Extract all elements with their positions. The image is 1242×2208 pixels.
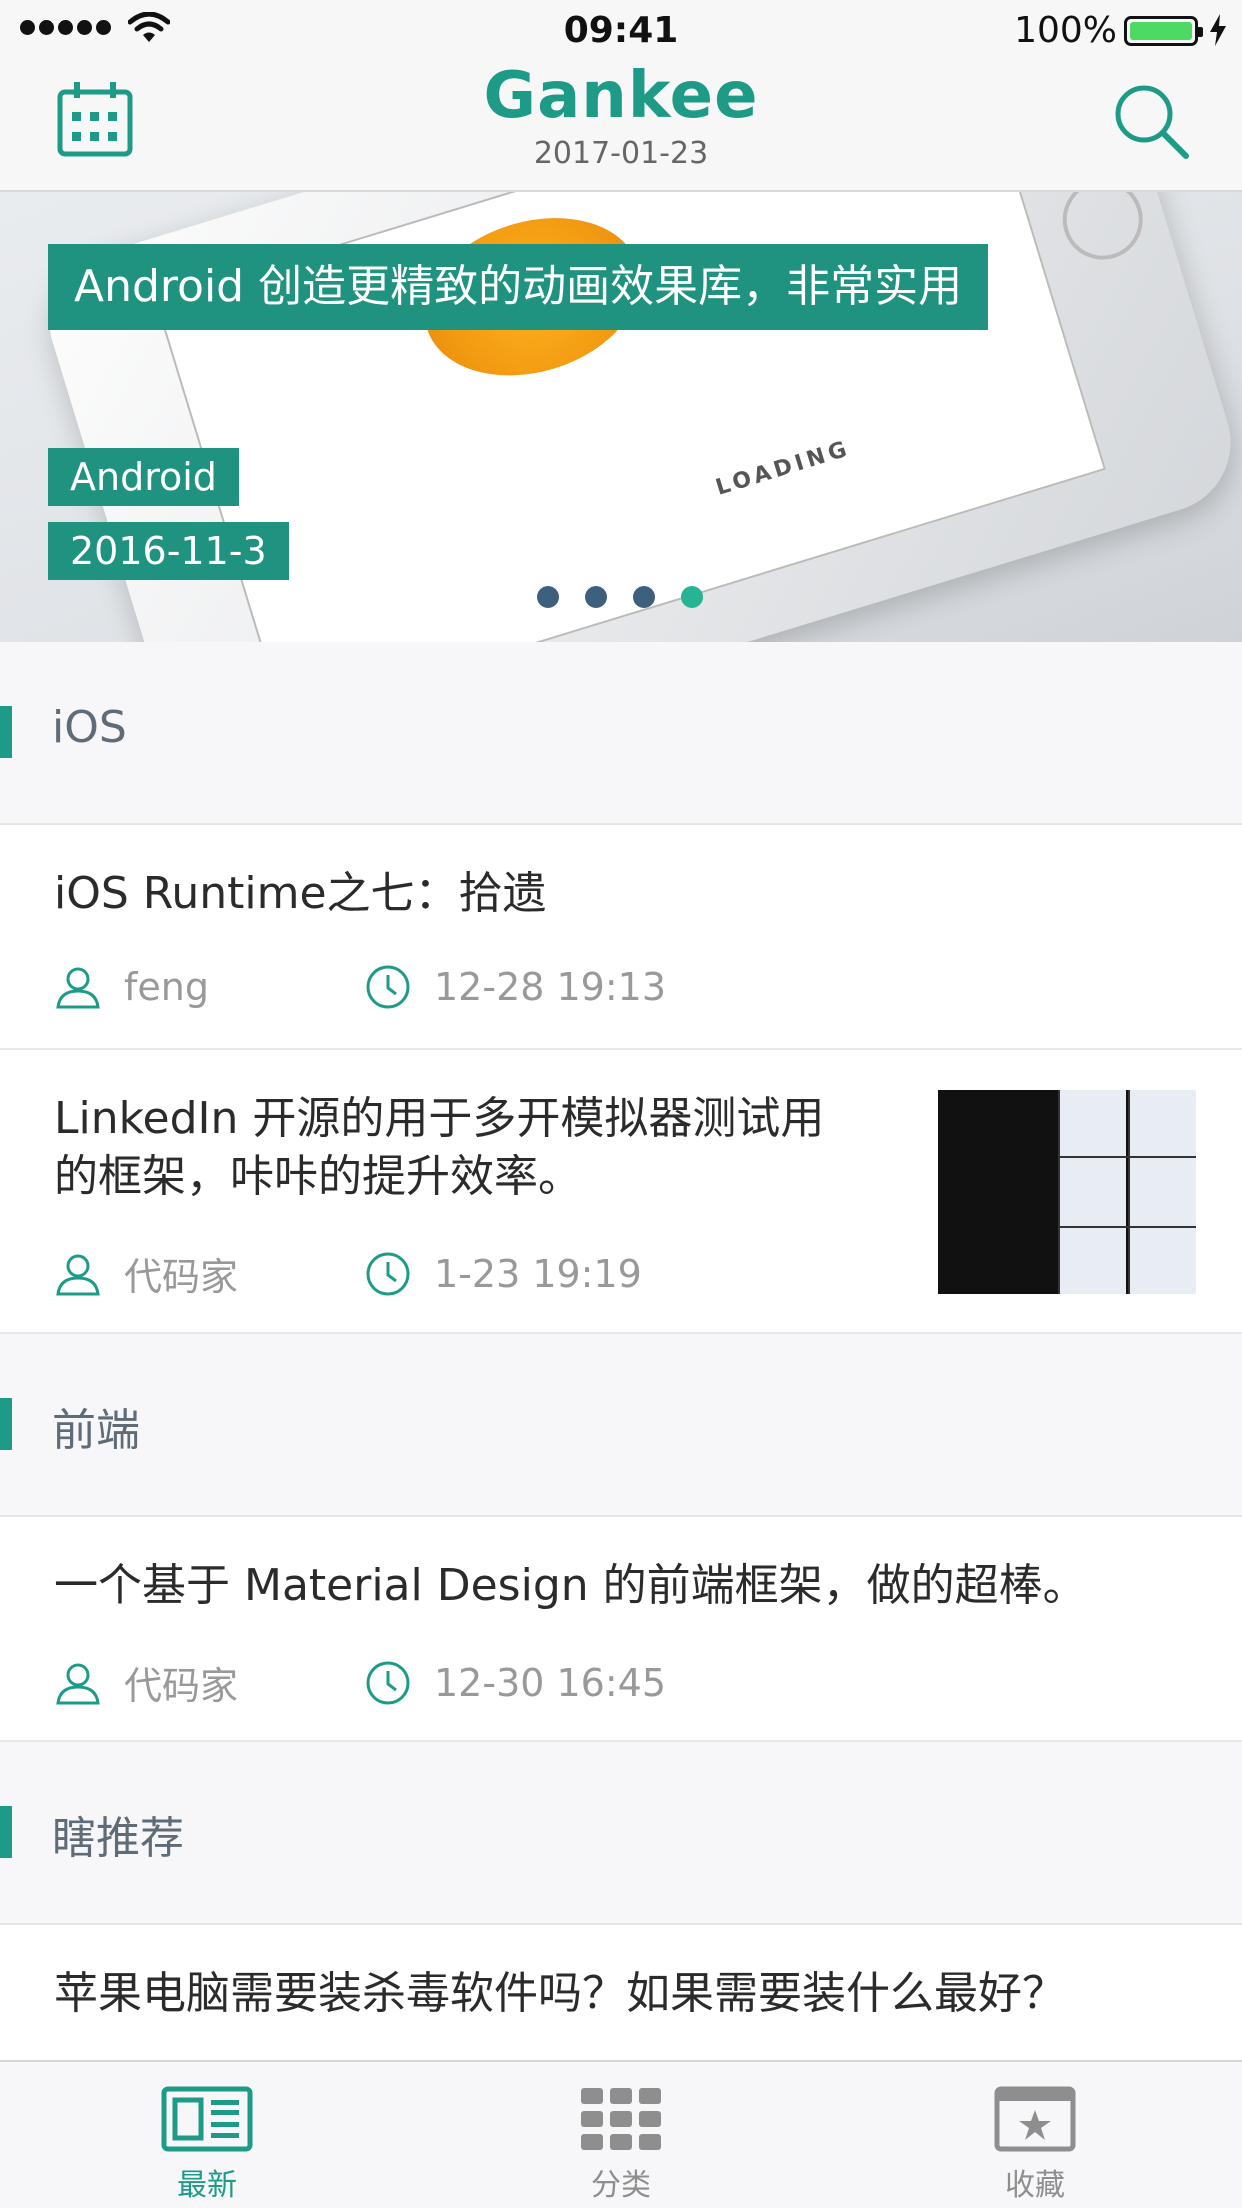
charging-icon [1210,14,1226,46]
item-title[interactable]: 一个基于 Material Design 的前端框架，做的超棒。 [54,1557,1087,1615]
user-icon [56,1254,100,1295]
grid-icon [581,2088,661,2150]
status-bar: 09:41 100% [0,0,1242,62]
banner-category-tag: Android [48,448,239,506]
item-time: 1-23 19:19 [434,1251,642,1296]
section-label: 瞎推荐 [52,1813,184,1864]
clock-icon [366,1661,410,1704]
list-item[interactable]: LinkedIn 开源的用于多开模拟器测试用 的框架，咔咔的提升效率。 代码家 … [0,1050,1242,1334]
page-dot[interactable] [585,586,607,608]
list-item[interactable]: iOS Runtime之七：拾遗 feng 12-28 19:13 [0,825,1242,1050]
clock-icon [366,1252,410,1295]
page-indicator[interactable] [537,586,703,608]
page-dot-active[interactable] [681,586,703,608]
item-time: 12-28 19:13 [434,965,667,1009]
tab-label: 分类 [591,2168,651,2203]
battery-percentage: 100% [1014,10,1117,51]
user-icon [56,1663,100,1704]
item-thumbnail[interactable] [938,1090,1196,1294]
section-accent-bar [0,1806,12,1858]
battery-icon [1124,16,1203,46]
section-label: 前端 [52,1405,140,1456]
tab-label: 最新 [177,2168,237,2203]
navigation-bar: Gankee 2017-01-23 [0,62,1242,192]
item-title[interactable]: 苹果电脑需要装杀毒软件吗？如果需要装什么最好？ [54,1965,1066,2023]
featured-banner[interactable]: LOADING Android 创造更精致的动画效果库，非常实用 Android… [0,192,1242,642]
page-dot[interactable] [537,586,559,608]
tab-bar: 最新 分类 收藏 [0,2060,1242,2208]
item-time: 12-30 16:45 [434,1660,667,1705]
newspaper-icon [161,2086,253,2152]
section-header-recommend: 瞎推荐 [0,1742,1242,1925]
item-title[interactable]: LinkedIn 开源的用于多开模拟器测试用 的框架，咔咔的提升效率。 [54,1090,914,1206]
section-accent-bar [0,706,12,758]
item-author: feng [124,965,209,1009]
item-title[interactable]: iOS Runtime之七：拾遗 [54,865,547,923]
item-author: 代码家 [124,1664,239,1708]
star-box-icon [994,2086,1076,2152]
tab-latest[interactable]: 最新 [0,2062,414,2208]
item-meta: feng 12-28 19:13 [54,963,666,1011]
tab-category[interactable]: 分类 [414,2062,828,2208]
list-item[interactable]: 一个基于 Material Design 的前端框架，做的超棒。 代码家 12-… [0,1517,1242,1742]
list-item[interactable]: 苹果电脑需要装杀毒软件吗？如果需要装什么最好？ [0,1925,1242,2060]
section-header-frontend: 前端 [0,1334,1242,1517]
clock-icon [366,965,410,1009]
item-meta: 代码家 12-30 16:45 [54,1655,666,1710]
tab-favorites[interactable]: 收藏 [828,2062,1242,2208]
section-label: iOS [52,702,127,753]
item-meta: 代码家 1-23 19:19 [54,1246,642,1301]
header-date: 2017-01-23 [533,136,709,171]
page-dot[interactable] [633,586,655,608]
section-accent-bar [0,1398,12,1450]
user-icon [56,967,100,1009]
section-header-ios: iOS [0,642,1242,825]
banner-title[interactable]: Android 创造更精致的动画效果库，非常实用 [48,244,989,330]
item-author: 代码家 [124,1255,239,1299]
brand-header: Gankee 2017-01-23 [0,62,1242,171]
app-logo: Gankee [483,59,759,133]
search-icon[interactable] [1110,80,1190,160]
banner-date: 2016-11-3 [48,522,289,580]
tab-label: 收藏 [1005,2168,1065,2203]
